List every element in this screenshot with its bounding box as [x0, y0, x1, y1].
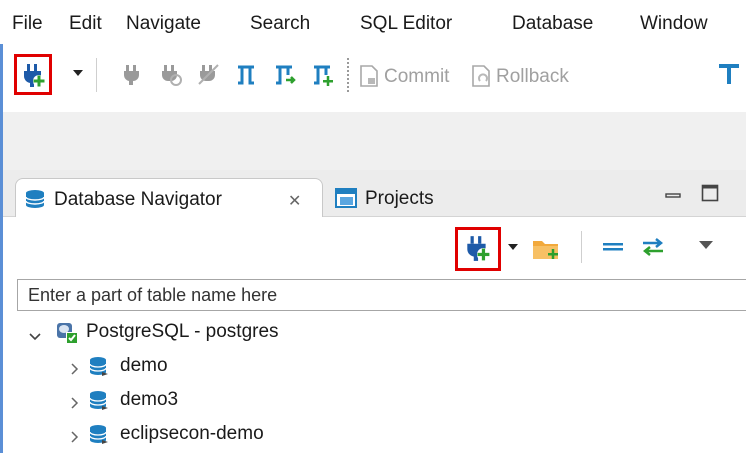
database-icon: [88, 390, 112, 418]
transaction-icon: [238, 65, 254, 85]
commit-button[interactable]: Commit: [384, 66, 449, 88]
minimize-icon[interactable]: [665, 188, 681, 210]
chevron-down-icon[interactable]: [508, 244, 518, 250]
commit-mode-button[interactable]: [272, 62, 298, 88]
table-filter-input[interactable]: [18, 280, 746, 310]
toolbar-separator: [581, 231, 582, 263]
tree-item-database[interactable]: demo: [20, 350, 740, 384]
collapse-all-icon: [603, 243, 623, 251]
menu-bar: File Edit Navigate Search SQL Editor Dat…: [0, 0, 746, 44]
menu-edit[interactable]: Edit: [69, 13, 102, 35]
menu-file[interactable]: File: [12, 13, 43, 35]
transaction-mode-button[interactable]: [234, 62, 260, 88]
chevron-down-icon[interactable]: [28, 326, 42, 348]
tab-label: Database Navigator: [54, 189, 222, 210]
tree-item-label: demo: [120, 355, 168, 376]
tab-projects[interactable]: Projects: [365, 188, 434, 210]
tree-item-label: eclipsecon-demo: [120, 423, 264, 444]
new-folder-button[interactable]: [531, 236, 561, 268]
plug-plus-icon: [24, 64, 45, 87]
new-connection-button[interactable]: [463, 234, 491, 268]
folder-plus-icon: [533, 241, 558, 259]
menu-window[interactable]: Window: [640, 13, 708, 35]
commit-icon: [358, 64, 384, 90]
menu-sql-editor[interactable]: SQL Editor: [360, 13, 452, 35]
connect-button[interactable]: [120, 62, 146, 88]
navigator-toolbar: [3, 217, 746, 275]
maximize-icon[interactable]: [701, 184, 719, 208]
view-menu-icon[interactable]: [699, 241, 713, 249]
collapse-all-button[interactable]: [601, 239, 627, 261]
tree-item-label: demo3: [120, 389, 179, 410]
projects-icon: [335, 188, 357, 214]
main-toolbar: Commit Rollback: [0, 44, 746, 112]
menu-database[interactable]: Database: [512, 13, 593, 35]
transaction-add-icon: [314, 65, 333, 86]
reconnect-button[interactable]: [158, 62, 184, 88]
tab-database-navigator[interactable]: Database Navigator ✕: [15, 178, 323, 217]
table-t-icon: [719, 64, 739, 84]
menu-search[interactable]: Search: [250, 13, 310, 35]
rollback-icon: [470, 64, 496, 90]
view-header: Database Navigator ✕ Projects: [3, 170, 746, 217]
disconnect-button[interactable]: [196, 62, 222, 88]
chevron-right-icon[interactable]: [70, 394, 80, 416]
transaction-commit-icon: [276, 65, 296, 85]
smart-commit-button[interactable]: [310, 62, 336, 88]
rollback-button[interactable]: Rollback: [496, 66, 569, 88]
table-filter: [17, 279, 746, 311]
transaction-log-button[interactable]: [716, 62, 742, 88]
toolbar-separator: [96, 58, 97, 92]
database-icon: [24, 189, 46, 215]
tree-item-database[interactable]: eclipsecon-demo: [20, 418, 740, 452]
toolbar-separator: [347, 58, 349, 92]
new-connection-button[interactable]: [20, 62, 46, 88]
close-icon[interactable]: ✕: [288, 191, 301, 211]
plug-disconnect-icon: [198, 64, 219, 85]
sync-arrows-icon: [642, 238, 664, 256]
menu-navigate[interactable]: Navigate: [126, 13, 201, 35]
link-with-editor-button[interactable]: [639, 236, 667, 264]
plug-icon: [124, 65, 139, 85]
tree-item-label: PostgreSQL - postgres: [86, 321, 279, 342]
database-icon: [88, 424, 112, 452]
editor-area: [3, 112, 746, 170]
tree-item-database[interactable]: demo3: [20, 384, 740, 418]
postgresql-icon: [54, 320, 80, 352]
chevron-down-icon[interactable]: [73, 70, 83, 76]
chevron-right-icon[interactable]: [70, 428, 80, 450]
plug-refresh-icon: [162, 65, 182, 86]
tree-item-connection[interactable]: PostgreSQL - postgres: [20, 316, 740, 350]
plug-plus-icon: [467, 236, 490, 261]
chevron-right-icon[interactable]: [70, 360, 80, 382]
database-icon: [88, 356, 112, 384]
